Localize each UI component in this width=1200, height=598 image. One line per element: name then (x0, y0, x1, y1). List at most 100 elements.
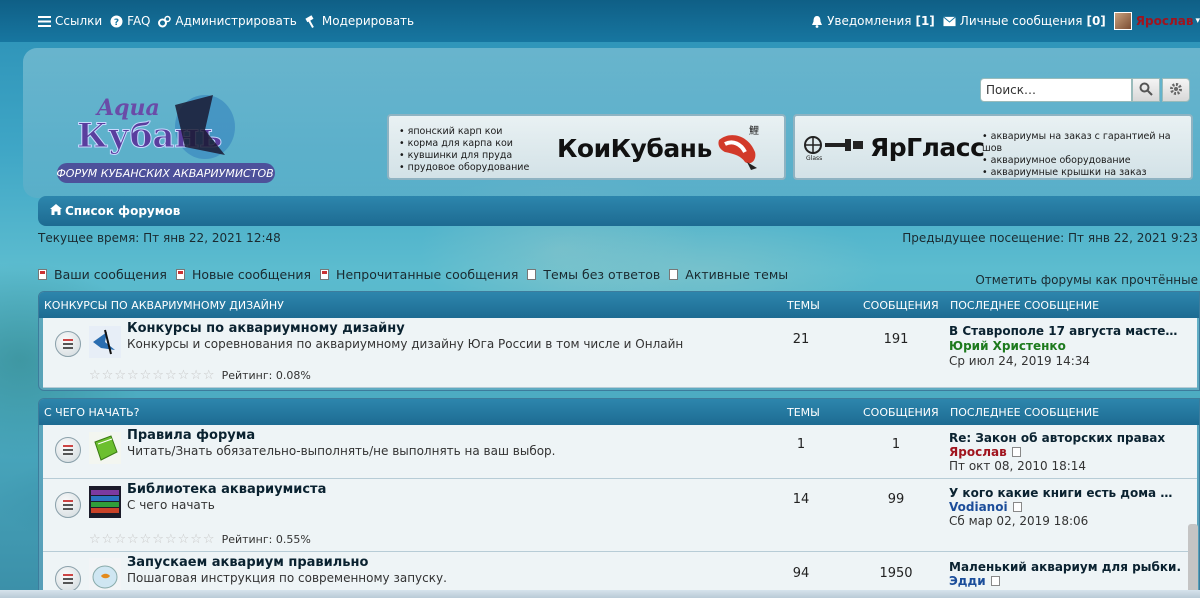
last-post-author[interactable]: Vodianoi (949, 500, 1022, 514)
last-post-author-name: Vodianoi (949, 500, 1008, 514)
star-icon[interactable]: ☆ (203, 532, 215, 547)
column-topics: ТЕМЫ (787, 405, 820, 419)
star-icon[interactable]: ☆ (114, 532, 126, 547)
forum-image-icon (89, 326, 121, 358)
goto-last-post-icon[interactable] (1011, 447, 1021, 457)
forum-rating: ☆ ☆ ☆ ☆ ☆ ☆ ☆ ☆ ☆ ☆ Рейтинг: 0.08% (89, 368, 311, 383)
column-topics: ТЕМЫ (787, 298, 820, 312)
forum-status-icon (55, 331, 81, 357)
glass-banner-list: аквариумы на заказ с гарантией на шов ак… (982, 131, 1191, 179)
my-posts-link[interactable]: Ваши сообщения (38, 267, 167, 282)
star-icon[interactable]: ☆ (203, 368, 215, 383)
notifications-link[interactable]: Уведомления [1] (810, 14, 935, 28)
star-icon[interactable]: ☆ (127, 532, 139, 547)
star-icon[interactable]: ☆ (140, 532, 152, 547)
forum-title-link[interactable]: Правила форума (127, 428, 255, 443)
home-icon (50, 204, 62, 218)
new-posts-link[interactable]: Новые сообщения (175, 267, 312, 282)
section-title[interactable]: С ЧЕГО НАЧАТЬ? (44, 406, 140, 419)
last-post-title-link[interactable]: У кого какие книги есть дома … (949, 486, 1172, 500)
star-icon[interactable]: ☆ (152, 368, 164, 383)
faq-link[interactable]: ? FAQ (110, 14, 150, 28)
column-posts: СООБЩЕНИЯ (863, 298, 939, 312)
forum-title-link[interactable]: Запускаем аквариум правильно (127, 555, 368, 570)
glass-banner[interactable]: Glass ЯрГласс аквариумы на заказ с гаран… (793, 114, 1193, 180)
last-post-title-link[interactable]: В Ставрополе 17 августа масте… (949, 324, 1177, 338)
notifications-count: [1] (915, 14, 935, 28)
chevron-down-icon: ▾ (1195, 16, 1200, 26)
koi-banner[interactable]: японский карп кои корма для карпа кои ку… (387, 114, 786, 180)
page-scrollbar[interactable] (1186, 42, 1200, 598)
quick-links: Ваши сообщения Новые сообщения Непрочита… (38, 267, 797, 282)
admin-link[interactable]: Администрировать (158, 14, 297, 28)
star-icon[interactable]: ☆ (89, 368, 101, 383)
last-post-date: Ср июл 24, 2019 14:34 (949, 354, 1091, 368)
star-icon[interactable]: ☆ (165, 532, 177, 547)
last-visit-time: Предыдущее посещение: Пт янв 22, 2021 9:… (902, 231, 1198, 245)
rating-text: Рейтинг: 0.08% (221, 369, 311, 382)
star-icon[interactable]: ☆ (102, 532, 114, 547)
forum-description: С чего начать (127, 498, 215, 512)
gear-icon (1169, 82, 1183, 99)
svg-text:ФОРУМ КУБАНСКИХ АКВАРИУМИСТОВ: ФОРУМ КУБАНСКИХ АКВАРИУМИСТОВ (56, 167, 273, 180)
section-title[interactable]: КОНКУРСЫ ПО АКВАРИУМНОМУ ДИЗАЙНУ (44, 299, 284, 312)
goto-last-post-icon[interactable] (990, 576, 1000, 586)
moderate-link[interactable]: Модерировать (305, 14, 414, 28)
forum-title-link[interactable]: Библиотека аквариумиста (127, 482, 326, 497)
unanswered-topics-link[interactable]: Темы без ответов (527, 267, 660, 282)
scrollbar-thumb[interactable] (1188, 524, 1198, 598)
glass-item: аквариумы на заказ с гарантией на шов (982, 131, 1191, 155)
star-icon[interactable]: ☆ (114, 368, 126, 383)
section-header: С ЧЕГО НАЧАТЬ? ТЕМЫ СООБЩЕНИЯ ПОСЛЕДНЕЕ … (39, 399, 1199, 425)
koi-banner-list: японский карп кои корма для карпа кои ку… (399, 126, 530, 174)
links-label: Ссылки (55, 14, 103, 28)
forum-section: С ЧЕГО НАЧАТЬ? ТЕМЫ СООБЩЕНИЯ ПОСЛЕДНЕЕ … (38, 398, 1200, 598)
site-logo[interactable]: Aqua Кубань ФОРУМ КУБАНСКИХ АКВАРИУМИСТО… (55, 85, 280, 190)
links-menu[interactable]: Ссылки (38, 14, 102, 28)
last-post-author[interactable]: Ярослав (949, 445, 1021, 459)
forum-posts-count: 1 (891, 437, 901, 452)
notifications-label: Уведомления (827, 14, 912, 28)
active-label: Активные темы (685, 267, 789, 282)
forum-description: Конкурсы и соревнования по аквариумному … (127, 337, 684, 351)
last-post-author[interactable]: Эдди (949, 574, 1000, 588)
unread-posts-link[interactable]: Непрочитанные сообщения (320, 267, 518, 282)
user-menu[interactable]: Ярослав ▾ (1113, 12, 1200, 30)
os-taskbar (0, 590, 1200, 598)
search-button[interactable] (1132, 78, 1160, 102)
star-icon[interactable]: ☆ (190, 368, 202, 383)
glass-logo-icon: Glass (804, 136, 863, 161)
last-post-date: Пт окт 08, 2010 18:14 (949, 459, 1087, 473)
new-posts-label: Новые сообщения (191, 267, 312, 282)
breadcrumb-forum-index[interactable]: Список форумов (65, 204, 180, 218)
last-post-author[interactable]: Юрий Христенко (949, 339, 1066, 353)
koi-item: японский карп кои (399, 126, 529, 138)
last-post-author-name: Ярослав (949, 445, 1007, 459)
star-icon[interactable]: ☆ (178, 368, 190, 383)
last-post-author-name: Эдди (949, 574, 986, 588)
last-post-title-link[interactable]: Маленький аквариум для рыбки. (949, 560, 1181, 574)
forum-description: Пошаговая инструкция по современному зап… (127, 571, 447, 585)
star-icon[interactable]: ☆ (190, 532, 202, 547)
last-post-title-link[interactable]: Re: Закон об авторских правах (949, 431, 1165, 445)
active-topics-link[interactable]: Активные темы (669, 267, 788, 282)
forum-title-link[interactable]: Конкурсы по аквариумному дизайну (127, 321, 405, 336)
star-icon[interactable]: ☆ (152, 532, 164, 547)
star-icon[interactable]: ☆ (89, 532, 101, 547)
forum-row: Правила форума Читать/Знать обязательно-… (43, 425, 1197, 479)
forum-posts-count: 191 (883, 332, 909, 347)
star-icon[interactable]: ☆ (178, 532, 190, 547)
star-icon[interactable]: ☆ (127, 368, 139, 383)
goto-last-post-icon[interactable] (1012, 502, 1022, 512)
messages-link[interactable]: Личные сообщения [0] (942, 14, 1106, 28)
forum-section: КОНКУРСЫ ПО АКВАРИУМНОМУ ДИЗАЙНУ ТЕМЫ СО… (38, 291, 1200, 391)
star-icon[interactable]: ☆ (102, 368, 114, 383)
star-icon[interactable]: ☆ (165, 368, 177, 383)
forum-description: Читать/Знать обязательно-выполнять/не вы… (127, 444, 556, 458)
moderate-label: Модерировать (321, 14, 415, 28)
fishbowl-icon (89, 558, 121, 590)
mark-forums-read-link[interactable]: Отметить форумы как прочтённые (975, 273, 1198, 287)
messages-count: [0] (1086, 14, 1106, 28)
search-input[interactable]: Поиск… (980, 78, 1132, 102)
star-icon[interactable]: ☆ (140, 368, 152, 383)
